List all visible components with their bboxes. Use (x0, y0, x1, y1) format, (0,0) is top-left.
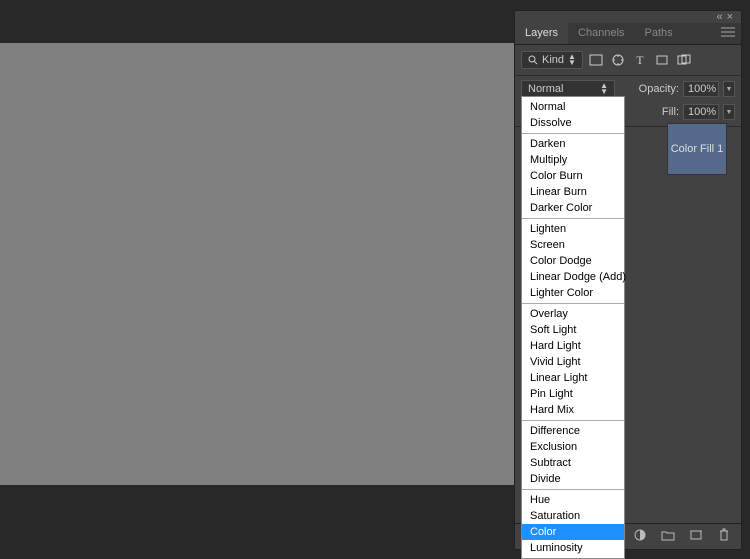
blend-option-linear-dodge-add-[interactable]: Linear Dodge (Add) (522, 269, 624, 285)
filter-smart-icon[interactable] (675, 51, 693, 69)
blend-option-linear-burn[interactable]: Linear Burn (522, 184, 624, 200)
updown-icon: ▲▼ (600, 83, 608, 95)
layer-name: Color Fill 1 (671, 143, 724, 155)
fill-drop-icon[interactable]: ▼ (723, 104, 735, 120)
blend-opacity-row: Normal ▲▼ NormalDissolveDarkenMultiplyCo… (515, 76, 741, 102)
blend-option-divide[interactable]: Divide (522, 471, 624, 487)
blend-option-luminosity[interactable]: Luminosity (522, 540, 624, 556)
opacity-label: Opacity: (639, 83, 679, 95)
blend-option-exclusion[interactable]: Exclusion (522, 439, 624, 455)
tab-channels[interactable]: Channels (568, 23, 634, 44)
updown-icon: ▲▼ (568, 54, 576, 66)
blend-option-normal[interactable]: Normal (522, 99, 624, 115)
blend-option-saturation[interactable]: Saturation (522, 508, 624, 524)
tab-layers[interactable]: Layers (515, 23, 568, 44)
filter-shape-icon[interactable] (653, 51, 671, 69)
blend-option-pin-light[interactable]: Pin Light (522, 386, 624, 402)
blend-option-subtract[interactable]: Subtract (522, 455, 624, 471)
blend-option-hue[interactable]: Hue (522, 492, 624, 508)
canvas-area (0, 43, 514, 485)
tab-paths[interactable]: Paths (635, 23, 683, 44)
fill-value[interactable]: 100% (683, 104, 719, 120)
search-icon (528, 55, 538, 65)
layer-color-fill-1[interactable]: Color Fill 1 (667, 123, 727, 175)
blend-option-vivid-light[interactable]: Vivid Light (522, 354, 624, 370)
kind-label: Kind (542, 54, 564, 66)
blend-option-lighten[interactable]: Lighten (522, 221, 624, 237)
blend-option-darken[interactable]: Darken (522, 136, 624, 152)
blend-option-hard-light[interactable]: Hard Light (522, 338, 624, 354)
blend-option-color-dodge[interactable]: Color Dodge (522, 253, 624, 269)
blend-option-multiply[interactable]: Multiply (522, 152, 624, 168)
blend-option-difference[interactable]: Difference (522, 423, 624, 439)
blend-option-darker-color[interactable]: Darker Color (522, 200, 624, 216)
collapse-icon[interactable]: « (716, 11, 722, 23)
trash-icon[interactable] (715, 526, 733, 544)
blend-option-soft-light[interactable]: Soft Light (522, 322, 624, 338)
blend-mode-dropdown: NormalDissolveDarkenMultiplyColor BurnLi… (521, 96, 625, 559)
blend-option-color-burn[interactable]: Color Burn (522, 168, 624, 184)
blend-current: Normal (528, 83, 563, 95)
fill-label: Fill: (662, 106, 679, 118)
filter-adjust-icon[interactable] (609, 51, 627, 69)
blend-option-lighter-color[interactable]: Lighter Color (522, 285, 624, 301)
layers-panel: « × Layers Channels Paths Kind ▲▼ T Norm… (514, 10, 742, 550)
filter-type-icon[interactable]: T (631, 51, 649, 69)
blend-option-linear-light[interactable]: Linear Light (522, 370, 624, 386)
blend-option-dissolve[interactable]: Dissolve (522, 115, 624, 131)
adjustment-icon[interactable] (631, 526, 649, 544)
close-icon[interactable]: × (727, 11, 733, 23)
opacity-value[interactable]: 100% (683, 81, 719, 97)
panel-menu-icon[interactable] (715, 23, 741, 44)
filter-pixel-icon[interactable] (587, 51, 605, 69)
blend-option-hard-mix[interactable]: Hard Mix (522, 402, 624, 418)
filter-row: Kind ▲▼ T (515, 45, 741, 76)
opacity-drop-icon[interactable]: ▼ (723, 81, 735, 97)
blend-option-screen[interactable]: Screen (522, 237, 624, 253)
blend-option-color[interactable]: Color (522, 524, 624, 540)
folder-icon[interactable] (659, 526, 677, 544)
panel-tabs: Layers Channels Paths (515, 23, 741, 45)
kind-filter[interactable]: Kind ▲▼ (521, 51, 583, 69)
blend-option-overlay[interactable]: Overlay (522, 306, 624, 322)
new-layer-icon[interactable] (687, 526, 705, 544)
